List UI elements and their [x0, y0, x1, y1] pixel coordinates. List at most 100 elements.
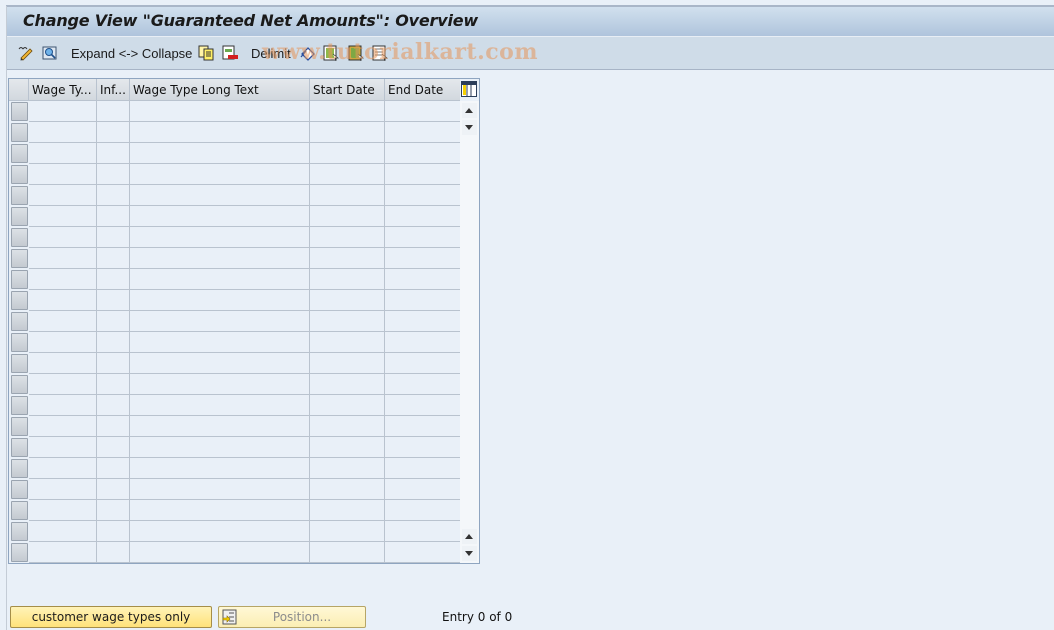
- cell-wage-type[interactable]: [29, 311, 97, 332]
- cell-info[interactable]: [97, 332, 130, 353]
- customer-wage-types-button[interactable]: customer wage types only: [10, 606, 212, 628]
- row-selector-button[interactable]: [11, 207, 28, 226]
- cell-wage-type[interactable]: [29, 542, 97, 563]
- cell-wage-type[interactable]: [29, 500, 97, 521]
- column-header-wage-type[interactable]: Wage Ty...: [29, 79, 97, 101]
- cell-wage-type[interactable]: [29, 395, 97, 416]
- select-all-rows-corner[interactable]: [9, 79, 29, 101]
- cell-long-text[interactable]: [130, 500, 310, 521]
- cell-long-text[interactable]: [130, 479, 310, 500]
- cell-start-date[interactable]: [310, 353, 385, 374]
- cell-long-text[interactable]: [130, 122, 310, 143]
- cell-end-date[interactable]: [385, 290, 460, 311]
- cell-info[interactable]: [97, 542, 130, 563]
- cell-end-date[interactable]: [385, 164, 460, 185]
- row-selector-button[interactable]: [11, 270, 28, 289]
- row-selector-button[interactable]: [11, 186, 28, 205]
- cell-info[interactable]: [97, 248, 130, 269]
- cell-wage-type[interactable]: [29, 290, 97, 311]
- undo-change-button[interactable]: [300, 44, 316, 62]
- cell-end-date[interactable]: [385, 248, 460, 269]
- cell-wage-type[interactable]: [29, 164, 97, 185]
- cell-start-date[interactable]: [310, 542, 385, 563]
- row-selector-button[interactable]: [11, 333, 28, 352]
- change-display-button[interactable]: [18, 44, 34, 62]
- cell-info[interactable]: [97, 374, 130, 395]
- cell-info[interactable]: [97, 290, 130, 311]
- cell-start-date[interactable]: [310, 521, 385, 542]
- cell-end-date[interactable]: [385, 143, 460, 164]
- cell-info[interactable]: [97, 395, 130, 416]
- cell-start-date[interactable]: [310, 437, 385, 458]
- cell-end-date[interactable]: [385, 206, 460, 227]
- cell-start-date[interactable]: [310, 206, 385, 227]
- cell-end-date[interactable]: [385, 521, 460, 542]
- cell-start-date[interactable]: [310, 479, 385, 500]
- row-selector-button[interactable]: [11, 291, 28, 310]
- cell-long-text[interactable]: [130, 437, 310, 458]
- row-selector-button[interactable]: [11, 459, 28, 478]
- cell-end-date[interactable]: [385, 101, 460, 122]
- cell-info[interactable]: [97, 311, 130, 332]
- row-selector-button[interactable]: [11, 396, 28, 415]
- cell-wage-type[interactable]: [29, 227, 97, 248]
- cell-wage-type[interactable]: [29, 479, 97, 500]
- cell-long-text[interactable]: [130, 227, 310, 248]
- cell-info[interactable]: [97, 437, 130, 458]
- cell-end-date[interactable]: [385, 332, 460, 353]
- cell-long-text[interactable]: [130, 395, 310, 416]
- cell-wage-type[interactable]: [29, 206, 97, 227]
- cell-end-date[interactable]: [385, 185, 460, 206]
- cell-end-date[interactable]: [385, 416, 460, 437]
- cell-wage-type[interactable]: [29, 122, 97, 143]
- cell-long-text[interactable]: [130, 542, 310, 563]
- column-header-long-text[interactable]: Wage Type Long Text: [130, 79, 310, 101]
- cell-long-text[interactable]: [130, 311, 310, 332]
- row-selector-button[interactable]: [11, 417, 28, 436]
- cell-end-date[interactable]: [385, 269, 460, 290]
- row-selector-button[interactable]: [11, 438, 28, 457]
- cell-long-text[interactable]: [130, 143, 310, 164]
- cell-end-date[interactable]: [385, 479, 460, 500]
- cell-long-text[interactable]: [130, 353, 310, 374]
- cell-start-date[interactable]: [310, 248, 385, 269]
- row-selector-button[interactable]: [11, 102, 28, 121]
- scroll-up-button[interactable]: [462, 103, 477, 118]
- row-selector-button[interactable]: [11, 144, 28, 163]
- row-selector-button[interactable]: [11, 480, 28, 499]
- cell-info[interactable]: [97, 458, 130, 479]
- cell-long-text[interactable]: [130, 185, 310, 206]
- row-selector-button[interactable]: [11, 501, 28, 520]
- cell-long-text[interactable]: [130, 332, 310, 353]
- cell-end-date[interactable]: [385, 458, 460, 479]
- cell-end-date[interactable]: [385, 542, 460, 563]
- cell-info[interactable]: [97, 206, 130, 227]
- cell-info[interactable]: [97, 521, 130, 542]
- cell-wage-type[interactable]: [29, 269, 97, 290]
- cell-start-date[interactable]: [310, 101, 385, 122]
- cell-long-text[interactable]: [130, 164, 310, 185]
- cell-end-date[interactable]: [385, 395, 460, 416]
- delimit-button[interactable]: Delimit: [251, 44, 291, 62]
- cell-start-date[interactable]: [310, 395, 385, 416]
- cell-long-text[interactable]: [130, 374, 310, 395]
- cell-wage-type[interactable]: [29, 185, 97, 206]
- column-header-info[interactable]: Inf...: [97, 79, 130, 101]
- cell-end-date[interactable]: [385, 353, 460, 374]
- cell-info[interactable]: [97, 185, 130, 206]
- expand-collapse-button[interactable]: Expand <-> Collapse: [71, 44, 192, 62]
- row-selector-button[interactable]: [11, 543, 28, 562]
- row-selector-button[interactable]: [11, 249, 28, 268]
- cell-info[interactable]: [97, 416, 130, 437]
- cell-long-text[interactable]: [130, 521, 310, 542]
- delete-button[interactable]: [222, 44, 238, 62]
- cell-wage-type[interactable]: [29, 374, 97, 395]
- cell-info[interactable]: [97, 143, 130, 164]
- row-selector-button[interactable]: [11, 354, 28, 373]
- cell-info[interactable]: [97, 479, 130, 500]
- column-configuration-button[interactable]: [461, 81, 477, 97]
- cell-start-date[interactable]: [310, 311, 385, 332]
- cell-long-text[interactable]: [130, 458, 310, 479]
- cell-start-date[interactable]: [310, 227, 385, 248]
- row-selector-button[interactable]: [11, 123, 28, 142]
